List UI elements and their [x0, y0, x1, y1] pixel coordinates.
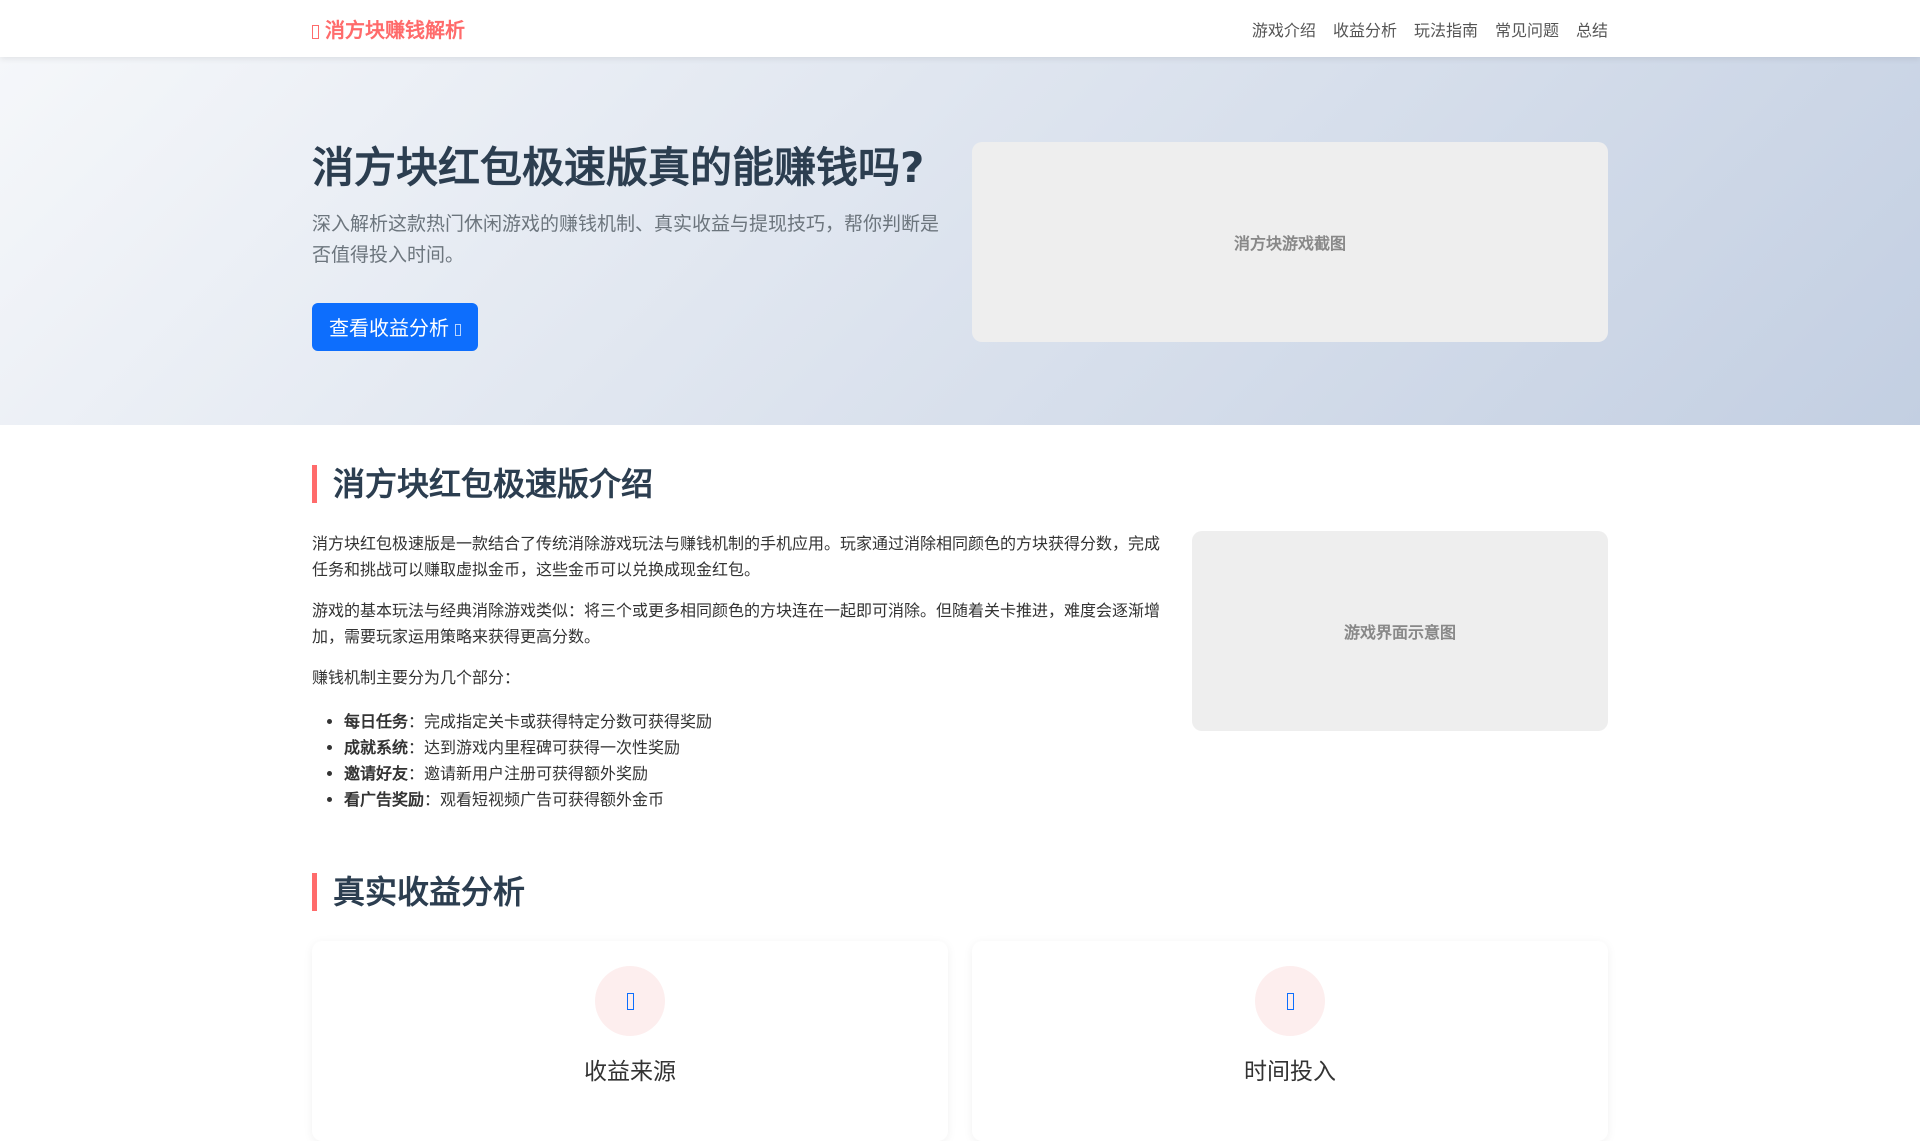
button-label: 查看收益分析 [329, 318, 449, 340]
list-desc: ：观看短视频广告可获得额外金币 [424, 790, 665, 809]
logo-icon [312, 24, 319, 39]
list-desc: ：达到游戏内里程碑可获得一次性奖励 [408, 738, 681, 757]
intro-paragraph: 赚钱机制主要分为几个部分： [312, 668, 521, 687]
list-term: 每日任务 [344, 712, 409, 731]
earnings-heading: 真实收益分析 [312, 873, 1608, 911]
nav-link-faq[interactable]: 常见问题 [1495, 17, 1559, 41]
nav-link-intro[interactable]: 游戏介绍 [1252, 17, 1316, 41]
intro-heading: 消方块红包极速版介绍 [312, 465, 1608, 503]
coin-icon [595, 966, 665, 1036]
list-desc: ：完成指定关卡或获得特定分数可获得奖励 [408, 712, 713, 731]
navbar: 消方块赚钱解析 游戏介绍 收益分析 玩法指南 常见问题 总结 [0, 0, 1920, 57]
list-desc: ：邀请新用户注册可获得额外奖励 [408, 764, 649, 783]
list-term: 看广告奖励 [344, 790, 425, 809]
list-term: 成就系统 [344, 738, 409, 757]
card-title: 收益来源 [584, 1059, 676, 1085]
view-earnings-button[interactable]: 查看收益分析 [312, 302, 478, 351]
hero: 消方块红包极速版真的能赚钱吗? 深入解析这款热门休闲游戏的赚钱机制、真实收益与提… [0, 57, 1920, 425]
list-item: 邀请好友：邀请新用户注册可获得额外奖励 [344, 761, 1162, 787]
clock-icon [1255, 966, 1325, 1036]
list-item: 看广告奖励：观看短视频广告可获得额外金币 [344, 787, 1162, 813]
intro-paragraph: 游戏的基本玩法与经典消除游戏类似：将三个或更多相同颜色的方块连在一起即可消除。但… [312, 601, 1161, 646]
earnings-section: 真实收益分析 收益来源 时间投入 [0, 873, 1920, 1141]
hero-title: 消方块红包极速版真的能赚钱吗? [312, 143, 925, 192]
nav-link-guide[interactable]: 玩法指南 [1414, 17, 1478, 41]
hero-image-placeholder: 消方块游戏截图 [972, 142, 1608, 342]
card-title: 时间投入 [1244, 1059, 1336, 1085]
logo-text: 消方块赚钱解析 [325, 18, 465, 42]
arrow-icon [455, 323, 461, 336]
intro-paragraph: 消方块红包极速版是一款结合了传统消除游戏玩法与赚钱机制的手机应用。玩家通过消除相… [312, 534, 1161, 579]
nav-link-summary[interactable]: 总结 [1576, 17, 1608, 41]
list-term: 邀请好友 [344, 764, 409, 783]
list-item: 每日任务：完成指定关卡或获得特定分数可获得奖励 [344, 709, 1162, 735]
list-item: 成就系统：达到游戏内里程碑可获得一次性奖励 [344, 735, 1162, 761]
placeholder-text: 消方块游戏截图 [1233, 234, 1346, 253]
placeholder-text: 游戏界面示意图 [1343, 623, 1456, 642]
intro-section: 消方块红包极速版介绍 消方块红包极速版是一款结合了传统消除游戏玩法与赚钱机制的手… [0, 425, 1920, 813]
card-time-investment: 时间投入 [972, 941, 1608, 1141]
logo[interactable]: 消方块赚钱解析 [312, 14, 465, 43]
card-income-source: 收益来源 [312, 941, 948, 1141]
game-ui-image-placeholder: 游戏界面示意图 [1192, 531, 1608, 731]
nav-link-earnings[interactable]: 收益分析 [1333, 17, 1397, 41]
hero-subtitle: 深入解析这款热门休闲游戏的赚钱机制、真实收益与提现技巧，帮你判断是否值得投入时间… [312, 212, 940, 266]
